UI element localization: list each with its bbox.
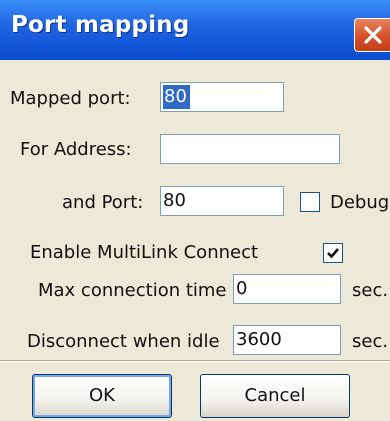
window-title: Port mapping [11,12,190,38]
separator [0,360,390,362]
port-mapping-dialog: Port mapping Mapped port: 80 For Address… [0,0,390,421]
close-button[interactable] [354,18,390,52]
multilink-label: Enable MultiLink Connect [30,242,259,263]
max-connection-time-label: Max connection time [38,280,227,301]
disconnect-idle-label: Disconnect when idle [27,331,220,352]
mapped-port-label: Mapped port: [10,88,131,109]
for-address-label: For Address: [20,139,132,160]
ok-button[interactable]: OK [32,374,172,418]
disconnect-idle-value: 3600 [236,329,282,350]
multilink-checkbox[interactable] [323,243,343,263]
max-connection-time-input[interactable]: 0 [233,274,341,304]
for-address-input[interactable] [160,134,340,164]
mapped-port-value: 80 [163,85,190,109]
max-connection-time-value: 0 [236,278,248,299]
mapped-port-input[interactable]: 80 [160,82,284,112]
disconnect-idle-unit: sec. [352,331,389,352]
title-bar[interactable]: Port mapping [0,0,390,60]
and-port-input[interactable]: 80 [160,186,284,216]
disconnect-idle-input[interactable]: 3600 [233,325,341,355]
debug-checkbox[interactable] [300,192,320,212]
max-connection-time-unit: sec. [352,280,389,301]
close-icon [364,26,382,44]
checkmark-icon [327,248,339,259]
cancel-button[interactable]: Cancel [200,374,350,418]
and-port-value: 80 [163,190,186,211]
debug-label: Debug it [330,192,390,213]
dialog-body: Mapped port: 80 For Address: and Port: 8… [0,60,390,421]
and-port-label: and Port: [62,192,144,213]
